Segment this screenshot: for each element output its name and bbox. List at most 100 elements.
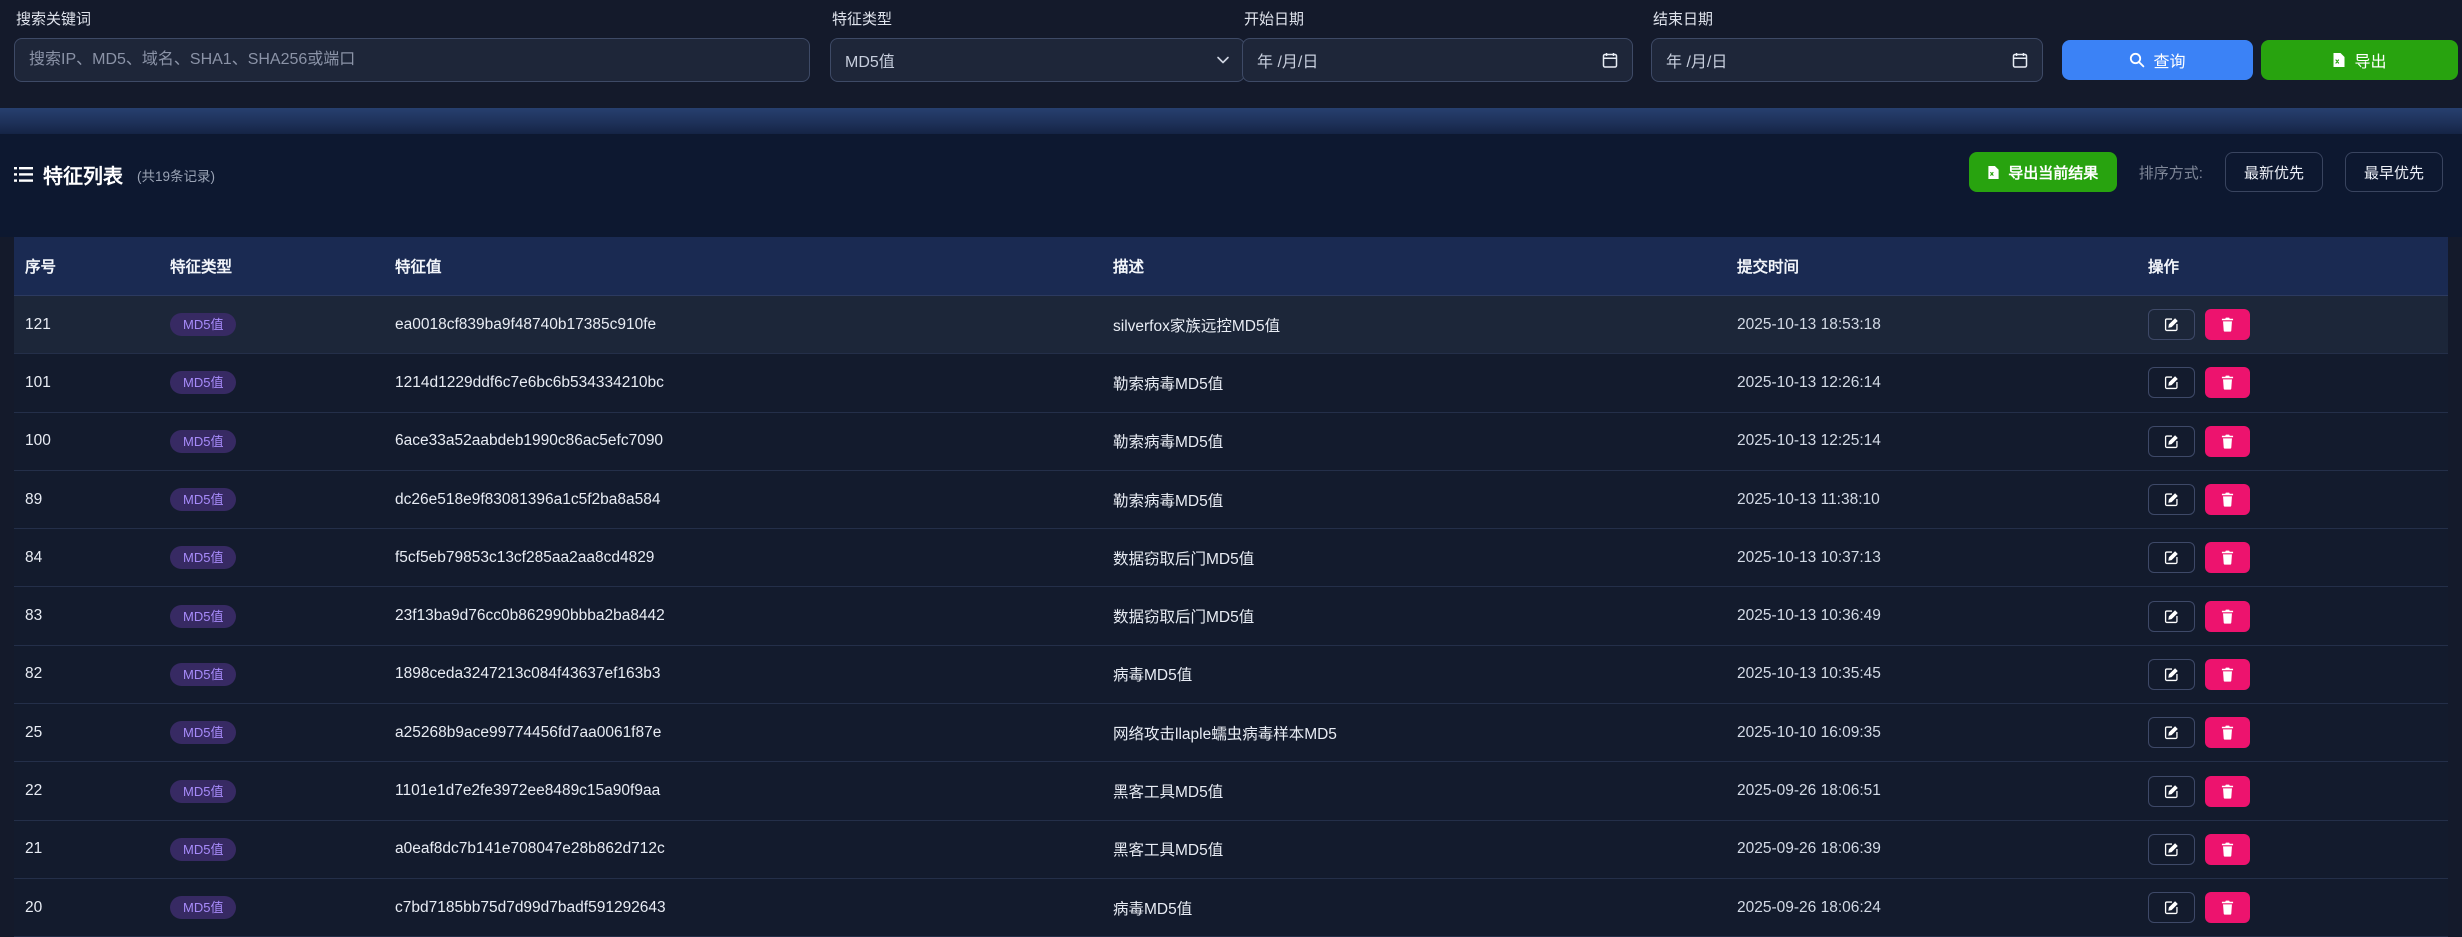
delete-button[interactable] [2205, 892, 2250, 923]
keyword-label: 搜索关键词 [16, 8, 91, 29]
delete-button[interactable] [2205, 601, 2250, 632]
table-row: 82 MD5值 1898ceda3247213c084f43637ef163b3… [14, 646, 2448, 704]
delete-button[interactable] [2205, 309, 2250, 340]
end-date-field: 结束日期 年 /月/日 [1651, 0, 2043, 108]
trash-icon [2221, 725, 2234, 740]
cell-type: MD5值 [159, 313, 384, 336]
cell-actions [2137, 892, 2448, 923]
cell-desc: 病毒MD5值 [1102, 663, 1726, 685]
type-badge: MD5值 [170, 546, 236, 569]
sort-oldest-button[interactable]: 最早优先 [2345, 152, 2443, 192]
type-badge: MD5值 [170, 896, 236, 919]
edit-pencil-icon [2164, 492, 2179, 507]
trash-icon [2221, 842, 2234, 857]
cell-time: 2025-09-26 18:06:51 [1726, 782, 2137, 800]
cell-type: MD5值 [159, 430, 384, 453]
table-header-row: 序号 特征类型 特征值 描述 提交时间 操作 [14, 237, 2448, 296]
query-button-label: 查询 [2153, 48, 2185, 72]
col-header-desc: 描述 [1102, 255, 1726, 277]
cell-actions [2137, 367, 2448, 398]
export-file-icon [2332, 52, 2346, 68]
edit-pencil-icon [2164, 784, 2179, 799]
edit-pencil-icon [2164, 667, 2179, 682]
edit-button[interactable] [2148, 892, 2195, 923]
edit-button[interactable] [2148, 601, 2195, 632]
edit-pencil-icon [2164, 900, 2179, 915]
export-button[interactable]: 导出 [2261, 40, 2458, 80]
edit-pencil-icon [2164, 550, 2179, 565]
table-row: 25 MD5值 a25268b9ace99774456fd7aa0061f87e… [14, 704, 2448, 762]
cell-value: a0eaf8dc7b141e708047e28b862d712c [384, 840, 1102, 858]
edit-pencil-icon [2164, 842, 2179, 857]
cell-id: 22 [14, 782, 159, 800]
table-row: 121 MD5值 ea0018cf839ba9f48740b17385c910f… [14, 296, 2448, 354]
edit-pencil-icon [2164, 375, 2179, 390]
list-title-group: 特征列表 (共19条记录) [14, 160, 215, 189]
trash-icon [2221, 434, 2234, 449]
edit-pencil-icon [2164, 609, 2179, 624]
edit-button[interactable] [2148, 484, 2195, 515]
edit-button[interactable] [2148, 367, 2195, 398]
edit-button[interactable] [2148, 309, 2195, 340]
col-header-type: 特征类型 [159, 255, 384, 277]
delete-button[interactable] [2205, 367, 2250, 398]
cell-time: 2025-09-26 18:06:39 [1726, 840, 2137, 858]
search-icon [2129, 52, 2145, 68]
table-row: 20 MD5值 c7bd7185bb75d7d99d7badf591292643… [14, 879, 2448, 937]
list-icon [14, 166, 33, 183]
end-date-label: 结束日期 [1653, 8, 1713, 29]
calendar-icon[interactable] [1602, 52, 1618, 69]
delete-button[interactable] [2205, 834, 2250, 865]
query-button[interactable]: 查询 [2062, 40, 2253, 80]
edit-button[interactable] [2148, 776, 2195, 807]
page-title: 特征列表 [43, 160, 123, 189]
table-row: 83 MD5值 23f13ba9d76cc0b862990bbba2ba8442… [14, 587, 2448, 645]
cell-desc: 勒索病毒MD5值 [1102, 489, 1726, 511]
table-body: 121 MD5值 ea0018cf839ba9f48740b17385c910f… [14, 296, 2448, 937]
type-badge: MD5值 [170, 313, 236, 336]
start-date-input[interactable]: 年 /月/日 [1242, 38, 1633, 82]
delete-button[interactable] [2205, 426, 2250, 457]
edit-button[interactable] [2148, 426, 2195, 457]
cell-type: MD5值 [159, 838, 384, 861]
trash-icon [2221, 317, 2234, 332]
delete-button[interactable] [2205, 717, 2250, 748]
cell-value: ea0018cf839ba9f48740b17385c910fe [384, 316, 1102, 334]
export-current-button[interactable]: 导出当前结果 [1969, 152, 2117, 192]
filter-bar: 搜索关键词 特征类型 MD5值 开始日期 年 /月/日 结束日期 年 /月/日 [0, 0, 2462, 108]
edit-button[interactable] [2148, 717, 2195, 748]
edit-button[interactable] [2148, 659, 2195, 690]
start-date-value: 年 /月/日 [1257, 48, 1318, 72]
cell-value: 1101e1d7e2fe3972ee8489c15a90f9aa [384, 782, 1102, 800]
chevron-down-icon [1216, 53, 1230, 67]
feature-type-value: MD5值 [845, 48, 895, 72]
delete-button[interactable] [2205, 484, 2250, 515]
trash-icon [2221, 492, 2234, 507]
delete-button[interactable] [2205, 776, 2250, 807]
trash-icon [2221, 900, 2234, 915]
cell-value: 1898ceda3247213c084f43637ef163b3 [384, 665, 1102, 683]
cell-time: 2025-10-13 10:35:45 [1726, 665, 2137, 683]
end-date-input[interactable]: 年 /月/日 [1651, 38, 2043, 82]
cell-value: f5cf5eb79853c13cf285aa2aa8cd4829 [384, 549, 1102, 567]
feature-type-select[interactable]: MD5值 [830, 38, 1245, 82]
feature-table: 序号 特征类型 特征值 描述 提交时间 操作 121 MD5值 ea0018cf… [14, 237, 2448, 937]
cell-time: 2025-10-13 10:37:13 [1726, 549, 2137, 567]
trash-icon [2221, 667, 2234, 682]
search-input[interactable] [14, 38, 810, 82]
cell-type: MD5值 [159, 780, 384, 803]
start-date-field: 开始日期 年 /月/日 [1242, 0, 1633, 108]
type-badge: MD5值 [170, 838, 236, 861]
cell-id: 121 [14, 316, 159, 334]
edit-button[interactable] [2148, 542, 2195, 573]
type-badge: MD5值 [170, 371, 236, 394]
calendar-icon[interactable] [2012, 52, 2028, 69]
cell-actions [2137, 834, 2448, 865]
cell-desc: 勒索病毒MD5值 [1102, 372, 1726, 394]
cell-id: 83 [14, 607, 159, 625]
delete-button[interactable] [2205, 659, 2250, 690]
cell-type: MD5值 [159, 896, 384, 919]
sort-newest-button[interactable]: 最新优先 [2225, 152, 2323, 192]
delete-button[interactable] [2205, 542, 2250, 573]
edit-button[interactable] [2148, 834, 2195, 865]
